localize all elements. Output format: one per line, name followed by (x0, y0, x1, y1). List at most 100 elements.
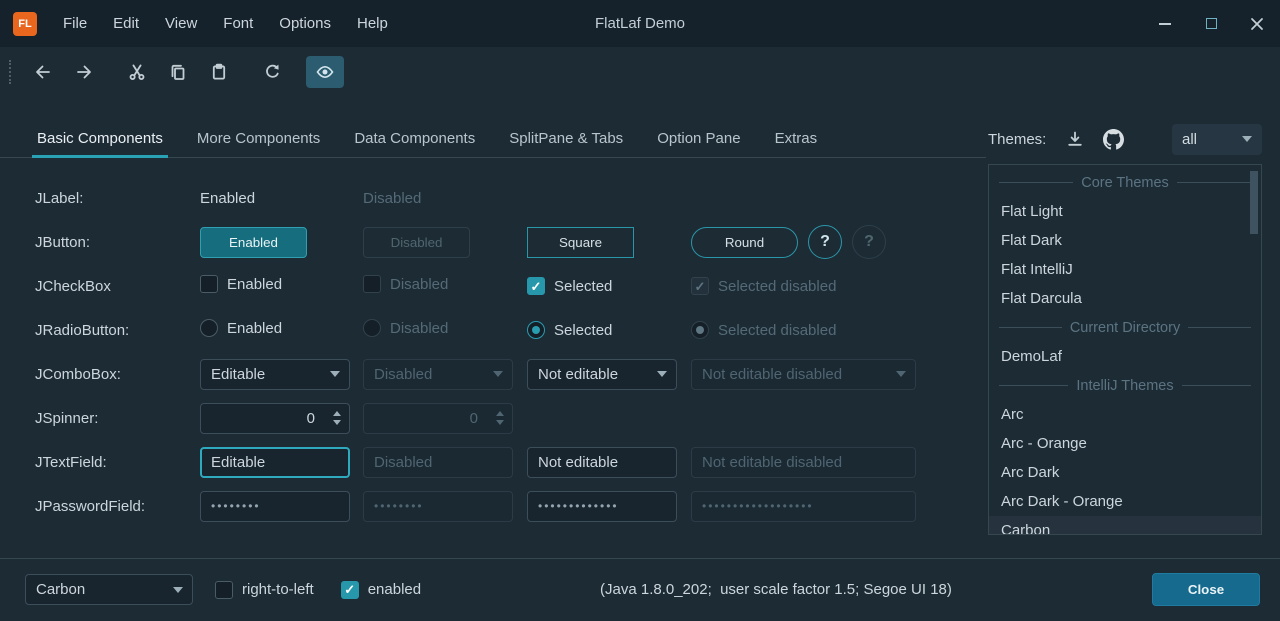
lookandfeel-combobox[interactable]: Carbon (25, 574, 193, 605)
separator-label: Current Directory (1070, 320, 1180, 336)
copy-button[interactable] (159, 56, 197, 88)
back-arrow-icon (34, 63, 52, 81)
radio-selected[interactable]: Selected (527, 321, 612, 339)
spinner-up-icon (496, 411, 504, 416)
forward-arrow-icon (75, 63, 93, 81)
radio-enabled[interactable]: Enabled (200, 319, 282, 337)
tabbar: Basic Components More Components Data Co… (0, 119, 986, 158)
checkbox-enabled[interactable]: Enabled (200, 275, 282, 293)
paste-button[interactable] (200, 56, 238, 88)
minimize-icon (1159, 23, 1171, 25)
theme-item-flat-intellij[interactable]: Flat IntelliJ (989, 255, 1261, 284)
menu-options[interactable]: Options (266, 0, 344, 47)
theme-item-arc[interactable]: Arc (989, 400, 1261, 429)
spinner-down-icon[interactable] (333, 420, 341, 425)
combobox-value: Not editable disabled (702, 366, 842, 383)
combobox-not-editable[interactable]: Not editable (527, 359, 677, 390)
theme-item-arc-orange[interactable]: Arc - Orange (989, 429, 1261, 458)
theme-item-demolaf[interactable]: DemoLaf (989, 342, 1261, 371)
theme-item-arc-dark[interactable]: Arc Dark (989, 458, 1261, 487)
spinner-enabled[interactable]: 0 (200, 403, 350, 434)
scrollbar-thumb[interactable] (1250, 171, 1258, 234)
maximize-button[interactable] (1188, 0, 1234, 47)
spinner-up-icon[interactable] (333, 411, 341, 416)
forward-button[interactable] (65, 56, 103, 88)
checkbox-label: Disabled (390, 276, 448, 293)
refresh-button[interactable] (253, 56, 291, 88)
show-hidden-toggle-button[interactable] (306, 56, 344, 88)
checkbox-box (215, 581, 233, 599)
tab-basic-components[interactable]: Basic Components (20, 119, 180, 157)
separator-label: IntelliJ Themes (1076, 378, 1173, 394)
tab-extras[interactable]: Extras (758, 119, 835, 157)
refresh-icon (263, 63, 281, 81)
menu-help[interactable]: Help (344, 0, 401, 47)
close-window-button[interactable] (1234, 0, 1280, 47)
menu-view[interactable]: View (152, 0, 210, 47)
radio-label: Selected (554, 322, 612, 339)
toolbar (0, 47, 1280, 96)
back-button[interactable] (24, 56, 62, 88)
checkbox-box-checked (527, 277, 545, 295)
checkbox-label: Selected disabled (718, 278, 836, 295)
spinner-arrows[interactable] (325, 404, 349, 433)
radio-selected-disabled: Selected disabled (691, 321, 836, 339)
enabled-checkbox[interactable]: enabled (341, 581, 421, 599)
enabled-button[interactable]: Enabled (200, 227, 307, 258)
chevron-down-icon (173, 587, 183, 593)
combobox-editable[interactable]: Editable (200, 359, 350, 390)
tab-more-components[interactable]: More Components (180, 119, 337, 157)
download-theme-button[interactable] (1058, 124, 1092, 154)
textfield-editable[interactable]: Editable (200, 447, 350, 478)
theme-filter-combobox[interactable]: all (1172, 124, 1262, 155)
tab-option-pane[interactable]: Option Pane (640, 119, 757, 157)
chevron-down-icon (1242, 136, 1252, 142)
passwordfield-enabled[interactable]: •••••••• (200, 491, 350, 522)
jbutton-row-label: JButton: (35, 234, 200, 251)
passwordfield-not-editable[interactable]: ••••••••••••• (527, 491, 677, 522)
themes-header: Themes: all (988, 122, 1262, 156)
theme-filter-value: all (1182, 131, 1197, 148)
lookandfeel-value: Carbon (36, 581, 85, 598)
themes-label: Themes: (988, 131, 1046, 148)
tab-data-components[interactable]: Data Components (337, 119, 492, 157)
passwordfield-disabled: •••••••• (363, 491, 513, 522)
menu-edit[interactable]: Edit (100, 0, 152, 47)
help-button[interactable]: ? (808, 225, 842, 259)
theme-item-arc-dark-orange[interactable]: Arc Dark - Orange (989, 487, 1261, 516)
separator-label: Core Themes (1081, 175, 1169, 191)
menu-file[interactable]: File (50, 0, 100, 47)
basic-components-panel: JLabel: Enabled Disabled JButton: Enable… (35, 176, 965, 528)
menu-font[interactable]: Font (210, 0, 266, 47)
theme-item-flat-darcula[interactable]: Flat Darcula (989, 284, 1261, 313)
tab-splitpane-tabs[interactable]: SplitPane & Tabs (492, 119, 640, 157)
right-to-left-checkbox[interactable]: right-to-left (215, 581, 314, 599)
jcombobox-row-label: JComboBox: (35, 366, 200, 383)
cut-button[interactable] (118, 56, 156, 88)
spinner-arrows (488, 404, 512, 433)
github-button[interactable] (1096, 124, 1130, 154)
theme-separator-intellij-themes: IntelliJ Themes (989, 371, 1261, 400)
jtextfield-row-label: JTextField: (35, 454, 200, 471)
chevron-down-icon (330, 371, 340, 377)
checkbox-box-checked (691, 277, 709, 295)
jlabel-enabled: Enabled (200, 190, 255, 207)
checkbox-box (363, 275, 381, 293)
square-button[interactable]: Square (527, 227, 634, 258)
theme-item-carbon[interactable]: Carbon (989, 516, 1261, 535)
textfield-not-editable[interactable]: Not editable (527, 447, 677, 478)
checkbox-selected[interactable]: Selected (527, 277, 612, 295)
jradiobutton-row-label: JRadioButton: (35, 322, 200, 339)
chevron-down-icon (896, 371, 906, 377)
radio-circle (200, 319, 218, 337)
minimize-button[interactable] (1142, 0, 1188, 47)
theme-item-flat-dark[interactable]: Flat Dark (989, 226, 1261, 255)
combobox-value: Not editable (538, 366, 618, 383)
close-button[interactable]: Close (1152, 573, 1260, 606)
theme-separator-current-directory: Current Directory (989, 313, 1261, 342)
status-text: (Java 1.8.0_202; user scale factor 1.5; … (600, 559, 952, 621)
spinner-down-icon (496, 420, 504, 425)
theme-item-flat-light[interactable]: Flat Light (989, 197, 1261, 226)
round-button[interactable]: Round (691, 227, 798, 258)
toolbar-grip[interactable] (9, 60, 13, 84)
